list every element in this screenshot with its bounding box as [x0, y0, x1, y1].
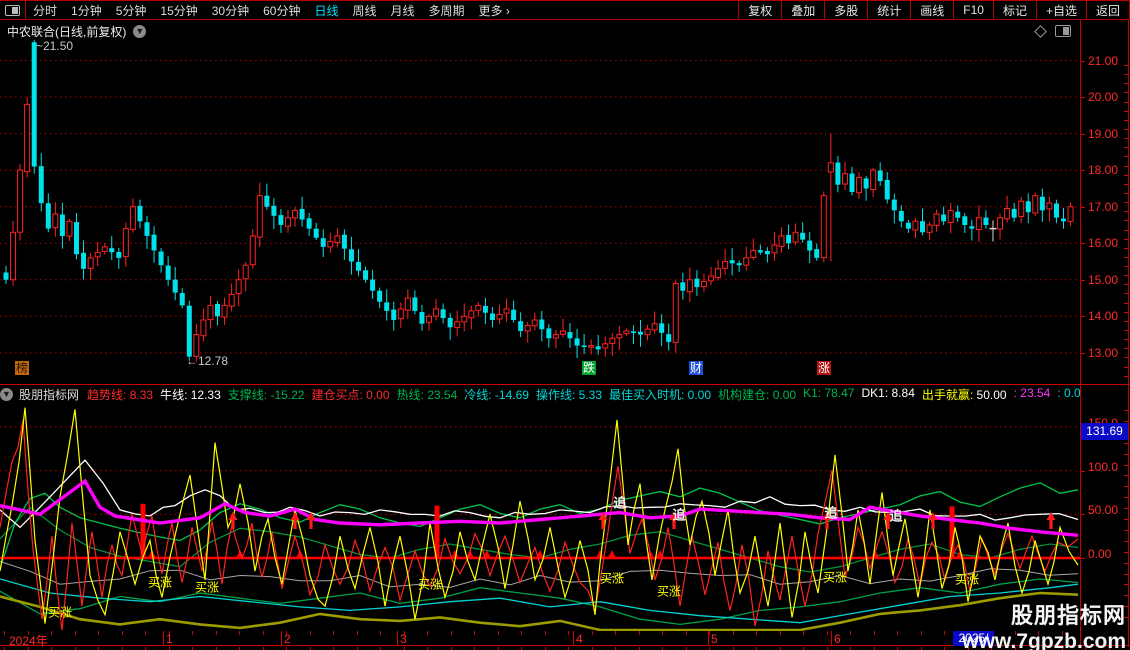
chase-signal-label-2: 追	[824, 503, 837, 522]
period-item-1[interactable]: 1分钟	[64, 1, 109, 19]
param-12: : 23.54	[1014, 386, 1051, 402]
date-label-4: 4	[576, 632, 583, 646]
event-badge-3: 涨	[817, 361, 831, 375]
indicator-param-row: ▼ 股朋指标网 趋势线: 8.33 牛线: 12.33 支撑线: -15.22 建仓买…	[0, 386, 1080, 402]
watermark-url: www.7gpzb.com	[962, 630, 1126, 650]
param-5: 冷线: -14.69	[464, 386, 529, 402]
toolbar-button-1[interactable]: 叠加	[781, 1, 824, 19]
period-item-0[interactable]: 分时	[26, 1, 64, 19]
price-label-1: 20.00	[1088, 90, 1118, 104]
price-label-5: 16.00	[1088, 236, 1118, 250]
param-0: 趋势线: 8.33	[87, 386, 153, 402]
corner-icons	[1036, 25, 1071, 37]
period-item-10[interactable]: 更多 ›	[472, 1, 517, 19]
toolbar-button-7[interactable]: +自选	[1036, 1, 1086, 19]
price-label-0: 21.00	[1088, 54, 1118, 68]
toolbar-button-8[interactable]: 返回	[1086, 1, 1130, 19]
toolbar-buttons: 复权叠加多股统计画线F10标记+自选返回	[738, 1, 1130, 19]
watermark: 股朋指标网 www.7gpzb.com	[962, 598, 1126, 650]
chase-signal-label-3: 追	[889, 506, 902, 525]
buy-signal-label-1: 买涨	[148, 574, 172, 591]
param-2: 支撑线: -15.22	[228, 386, 305, 402]
param-9: K1: 78.47	[803, 386, 854, 402]
param-6: 操作线: 5.33	[536, 386, 602, 402]
chase-signal-label-0: 追	[613, 493, 626, 512]
top-toolbar: 分时1分钟5分钟15分钟30分钟60分钟日线周线月线多周期更多 › 复权叠加多股…	[0, 0, 1130, 20]
period-item-2[interactable]: 5分钟	[109, 1, 154, 19]
buy-signal-label-5: 买涨	[657, 583, 681, 600]
toolbar-button-4[interactable]: 画线	[910, 1, 953, 19]
indicator-axis: 150.0100.050.000.00131.69	[1080, 385, 1130, 631]
indicator-source: 股朋指标网	[19, 386, 79, 402]
right-border	[1128, 20, 1129, 647]
param-3: 建仓买点: 0.00	[311, 386, 389, 402]
price-axis: 21.00 20.00 19.00 18.00 17.00 16.00 15.00 14.00…	[1080, 20, 1130, 384]
event-badge-2: 财	[689, 361, 703, 375]
chase-signal-label-1: 追	[672, 505, 685, 524]
price-label-6: 15.00	[1088, 273, 1118, 287]
price-label-3: 18.00	[1088, 163, 1118, 177]
buy-signal-label-0: 买涨	[48, 604, 72, 621]
price-label-2: 19.00	[1088, 127, 1118, 141]
date-label-1: 1	[166, 632, 173, 646]
period-item-7[interactable]: 周线	[345, 1, 383, 19]
period-item-3[interactable]: 15分钟	[153, 1, 204, 19]
toolbar-button-0[interactable]: 复权	[738, 1, 781, 19]
low-annotation: ←12.78	[186, 354, 228, 368]
price-label-8: 13.00	[1088, 346, 1118, 360]
chevron-down-icon[interactable]: ▼	[133, 25, 146, 38]
indicator-cursor-value: 131.69	[1081, 423, 1128, 440]
stock-title[interactable]: 中农联合(日线,前复权)	[7, 23, 126, 40]
event-badge-1: 跌	[582, 361, 596, 375]
indicator-params: 趋势线: 8.33 牛线: 12.33 支撑线: -15.22 建仓买点: 0.00 热…	[87, 386, 1080, 402]
indicator-axis-label-3: 0.00	[1088, 547, 1111, 561]
event-badge-0: 榜	[15, 361, 29, 375]
buy-signal-label-2: 买涨	[195, 579, 219, 596]
buy-signal-label-3: 买涨	[418, 576, 442, 593]
period-menu: 分时1分钟5分钟15分钟30分钟60分钟日线周线月线多周期更多 ›	[26, 1, 517, 19]
period-item-8[interactable]: 月线	[384, 1, 422, 19]
date-axis: 2024年1234562025/	[0, 631, 1130, 646]
toolbar-button-2[interactable]: 多股	[824, 1, 867, 19]
period-item-5[interactable]: 60分钟	[256, 1, 307, 19]
toolbar-button-5[interactable]: F10	[953, 1, 993, 19]
high-annotation: ~21.50	[36, 39, 73, 53]
split-panel-icon[interactable]	[1055, 25, 1071, 37]
indicator-chevron-icon[interactable]: ▼	[0, 388, 13, 401]
panel-divider	[0, 384, 1130, 385]
period-item-4[interactable]: 30分钟	[205, 1, 256, 19]
indicator-axis-label-2: 50.00	[1088, 503, 1118, 517]
axis-separator	[1080, 20, 1081, 647]
param-13: : 0.00	[1057, 386, 1080, 402]
price-chart[interactable]	[0, 20, 1080, 385]
date-label-3: 3	[400, 632, 407, 646]
price-label-4: 17.00	[1088, 200, 1118, 214]
param-11: 出手就赢: 50.00	[922, 386, 1007, 402]
indicator-axis-label-1: 100.0	[1088, 460, 1118, 474]
param-1: 牛线: 12.33	[160, 386, 221, 402]
date-label-5: 5	[711, 632, 718, 646]
window-icon-glyph	[5, 5, 20, 16]
toolbar-button-3[interactable]: 统计	[867, 1, 910, 19]
indicator-chart[interactable]	[0, 402, 1080, 631]
param-4: 热线: 23.54	[397, 386, 458, 402]
window-icon[interactable]	[0, 1, 26, 19]
date-label-2: 2	[284, 632, 291, 646]
buy-signal-label-6: 买涨	[823, 569, 847, 586]
period-item-6[interactable]: 日线	[307, 1, 345, 19]
watermark-site-name: 股朋指标网	[962, 598, 1126, 630]
param-8: 机构建仓: 0.00	[718, 386, 796, 402]
toolbar-button-6[interactable]: 标记	[993, 1, 1036, 19]
date-label-6: 6	[834, 632, 841, 646]
price-label-7: 14.00	[1088, 309, 1118, 323]
buy-signal-label-4: 买涨	[600, 570, 624, 587]
diamond-icon[interactable]	[1034, 25, 1047, 38]
period-item-9[interactable]: 多周期	[422, 1, 472, 19]
param-7: 最佳买入时机: 0.00	[609, 386, 711, 402]
param-10: DK1: 8.84	[861, 386, 914, 402]
title-row: 中农联合(日线,前复权) ▼	[7, 23, 146, 40]
buy-signal-label-7: 买涨	[955, 571, 979, 588]
